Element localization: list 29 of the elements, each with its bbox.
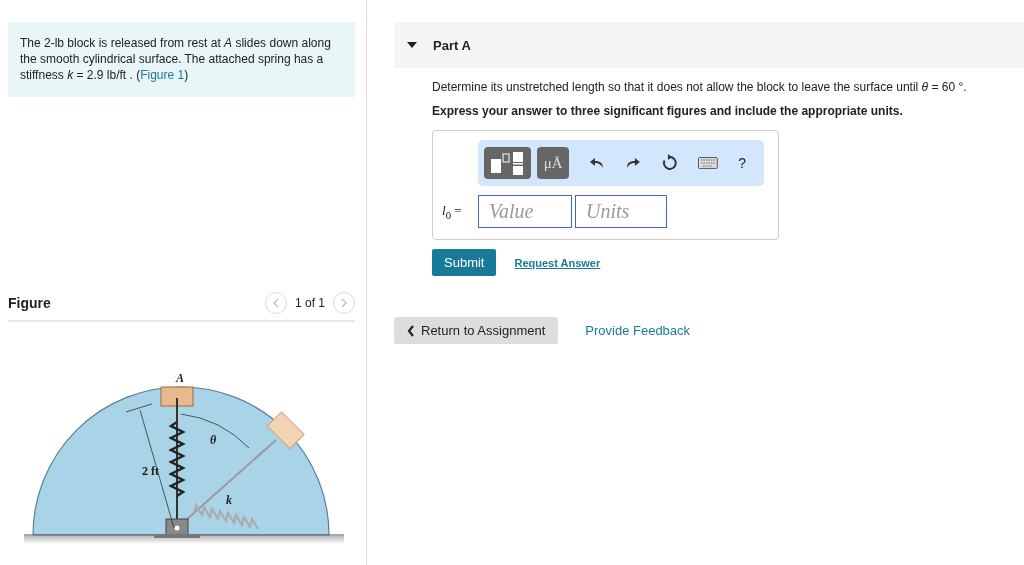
request-answer-link[interactable]: Request Answer bbox=[514, 256, 601, 269]
part-header[interactable]: Part A bbox=[394, 22, 1024, 68]
angle-label: θ bbox=[210, 433, 217, 447]
answer-label: l$_{0}$ = bbox=[442, 202, 463, 221]
spring-label: k bbox=[226, 493, 232, 507]
feedback-link[interactable]: Provide Feedback bbox=[585, 323, 691, 338]
figure-heading: Figure bbox=[8, 295, 51, 311]
chevron-left-icon bbox=[271, 298, 280, 308]
page-count: 1 of 1 bbox=[294, 296, 325, 310]
undo-icon[interactable] bbox=[589, 156, 605, 170]
problem-statement: The 2-lb block is released from rest at A slides down along the smooth cylindrical surface. The attached spring has a stiffness k = 2.9 lb/ft . (Figure 1) bbox=[20, 35, 332, 83]
block-label: A bbox=[176, 371, 184, 385]
keyboard-icon[interactable] bbox=[698, 157, 719, 169]
part-title: Part A bbox=[433, 37, 471, 53]
symbols-button[interactable]: μÅ bbox=[537, 147, 570, 179]
chevron-right-icon bbox=[340, 298, 348, 308]
redo-icon[interactable] bbox=[624, 156, 641, 170]
return-button[interactable]: Return to Assignment bbox=[394, 317, 559, 344]
question-text: Determine its unstretched length so that it does not allow the block to leave the surface until θ = 60 °. bbox=[432, 80, 968, 94]
submit-button[interactable]: Submit bbox=[432, 249, 497, 276]
figure-link[interactable]: Figure 1 bbox=[140, 68, 185, 82]
reset-icon[interactable] bbox=[660, 154, 679, 172]
help-button[interactable]: ? bbox=[738, 155, 746, 171]
template-button[interactable] bbox=[484, 147, 532, 179]
value-field[interactable]: Value bbox=[478, 195, 572, 228]
instruction-text: Express your answer to three significant figures and include the appropriate units. bbox=[432, 104, 904, 118]
radius-label: 2 ft bbox=[142, 464, 159, 478]
units-field[interactable]: Units bbox=[575, 195, 667, 228]
chevron-left-icon bbox=[407, 324, 415, 337]
